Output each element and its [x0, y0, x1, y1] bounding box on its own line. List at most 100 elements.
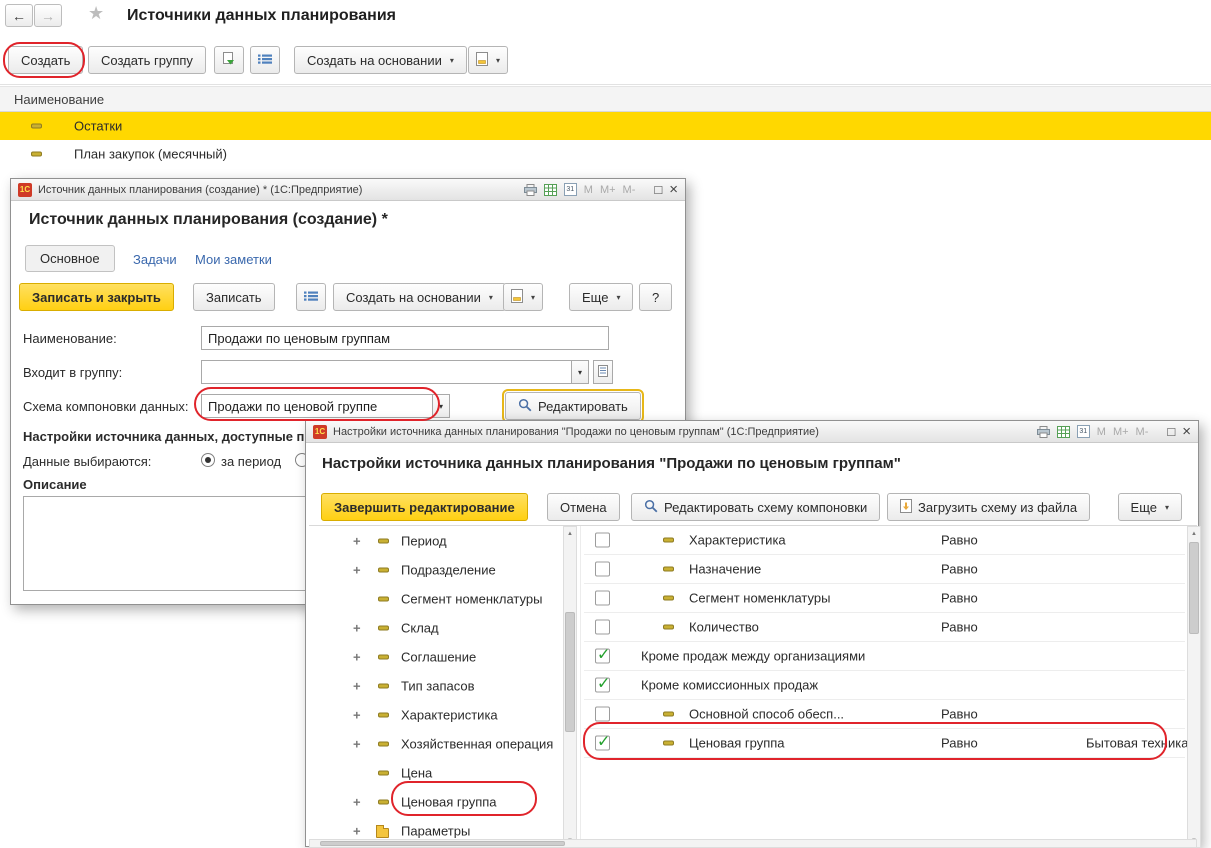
1c-logo-icon: 1С — [313, 425, 327, 439]
condition-row[interactable]: Сегмент номенклатуры Равно — [584, 584, 1185, 613]
finish-editing-button[interactable]: Завершить редактирование — [321, 493, 528, 521]
spreadsheet-icon[interactable] — [1057, 426, 1070, 438]
load-schema-button[interactable]: Загрузить схему из файла — [887, 493, 1090, 521]
create-button[interactable]: Создать — [8, 46, 83, 74]
table-row[interactable]: Остатки — [0, 112, 1211, 140]
condition-row[interactable]: Назначение Равно — [584, 555, 1185, 584]
schema-input[interactable] — [201, 394, 433, 418]
tab-main[interactable]: Основное — [25, 245, 115, 272]
dialog1-titlebar[interactable]: 1С Источник данных планирования (создани… — [11, 179, 685, 201]
save-button[interactable]: Записать — [193, 283, 275, 311]
condition-row[interactable]: Основной способ обесп... Равно — [584, 700, 1185, 729]
tree-item-warehouse[interactable]: + Склад — [309, 613, 561, 642]
item-dash-icon — [378, 712, 389, 717]
create-based-on-label: Создать на основании — [307, 53, 442, 68]
expand-icon[interactable]: + — [353, 533, 361, 548]
radio-za-period[interactable] — [201, 453, 215, 467]
expand-icon[interactable]: + — [353, 620, 361, 635]
save-close-button[interactable]: Записать и закрыть — [19, 283, 174, 311]
tree-item-segment[interactable]: Сегмент номенклатуры — [309, 584, 561, 613]
column-header-name[interactable]: Наименование — [0, 86, 1211, 112]
expand-icon[interactable]: + — [353, 562, 361, 577]
more-button[interactable]: Еще▾ — [569, 283, 633, 311]
tree-scrollbar[interactable]: ▲ ▼ — [563, 526, 577, 848]
expand-icon[interactable]: + — [353, 678, 361, 693]
favorite-star-icon[interactable]: ★ — [88, 3, 104, 24]
more-button[interactable]: Еще▾ — [1118, 493, 1182, 521]
tree-item-business-operation[interactable]: + Хозяйственная операция — [309, 729, 561, 758]
document-actions-button[interactable]: ▾ — [503, 283, 543, 311]
tree-item-department[interactable]: + Подразделение — [309, 555, 561, 584]
scroll-up-icon[interactable]: ▲ — [564, 527, 576, 540]
forward-button[interactable]: → — [34, 4, 62, 27]
back-button[interactable]: ← — [5, 4, 33, 27]
create-based-on-button[interactable]: Создать на основании▾ — [333, 283, 506, 311]
calendar-icon[interactable]: 31 — [564, 183, 577, 196]
group-open-button[interactable] — [593, 360, 613, 384]
help-button[interactable]: ? — [639, 283, 672, 311]
condition-row[interactable]: Количество Равно — [584, 613, 1185, 642]
edit-schema-button[interactable]: Редактировать — [505, 392, 641, 420]
create-based-on-button[interactable]: Создать на основании▾ — [294, 46, 467, 74]
schema-dropdown-button[interactable]: ▾ — [432, 394, 450, 418]
table-row[interactable]: План закупок (месячный) — [0, 140, 1211, 168]
checkbox-unchecked[interactable] — [595, 533, 610, 548]
tab-tasks[interactable]: Задачи — [133, 252, 177, 267]
checkbox-unchecked[interactable] — [595, 707, 610, 722]
tab-notes[interactable]: Мои заметки — [195, 252, 272, 267]
scrollbar-thumb[interactable] — [320, 841, 565, 846]
tree-item-period[interactable]: + Период — [309, 526, 561, 555]
expand-icon[interactable]: + — [353, 707, 361, 722]
close-button[interactable]: × — [669, 182, 678, 197]
edit-composition-schema-button[interactable]: Редактировать схему компоновки — [631, 493, 880, 521]
expand-icon[interactable]: + — [353, 649, 361, 664]
name-input[interactable] — [201, 326, 609, 350]
document-actions-button[interactable]: ▾ — [468, 46, 508, 74]
checkbox-unchecked[interactable] — [595, 620, 610, 635]
tree-item-characteristic[interactable]: + Характеристика — [309, 700, 561, 729]
copy-item-button[interactable] — [214, 46, 244, 74]
maximize-button[interactable]: □ — [654, 183, 662, 196]
tree-item-price[interactable]: Цена — [309, 758, 561, 787]
checkbox-checked[interactable]: ✓ — [595, 649, 610, 664]
item-dash-icon — [378, 799, 389, 804]
print-icon[interactable] — [524, 184, 537, 196]
description-label: Описание — [23, 477, 87, 492]
calendar-icon[interactable]: 31 — [1077, 425, 1090, 438]
comparison-type: Равно — [941, 533, 978, 548]
maximize-button[interactable]: □ — [1167, 425, 1175, 438]
1c-logo-icon: 1С — [18, 183, 32, 197]
list-lines-icon — [304, 290, 318, 305]
cancel-button[interactable]: Отмена — [547, 493, 620, 521]
group-input[interactable] — [201, 360, 572, 384]
expand-icon[interactable]: + — [353, 736, 361, 751]
tree-item-agreement[interactable]: + Соглашение — [309, 642, 561, 671]
condition-row[interactable]: ✓ Кроме комиссионных продаж — [584, 671, 1185, 700]
conditions-scrollbar[interactable]: ▲ ▼ — [1187, 526, 1201, 848]
condition-row-price-group[interactable]: ✓ Ценовая группа Равно Бытовая техника — [584, 729, 1185, 758]
caret-down-icon: ▾ — [496, 56, 500, 65]
create-group-button[interactable]: Создать группу — [88, 46, 206, 74]
expand-icon[interactable]: + — [353, 794, 361, 809]
dialog2-titlebar[interactable]: 1С Настройки источника данных планирован… — [306, 421, 1198, 443]
scrollbar-thumb[interactable] — [565, 612, 575, 732]
condition-row[interactable]: Характеристика Равно — [584, 526, 1185, 555]
print-icon[interactable] — [1037, 426, 1050, 438]
condition-row[interactable]: ✓ Кроме продаж между организациями — [584, 642, 1185, 671]
checkbox-checked[interactable]: ✓ — [595, 736, 610, 751]
group-dropdown-button[interactable]: ▾ — [571, 360, 589, 384]
list-settings-button[interactable] — [296, 283, 326, 311]
checkbox-unchecked[interactable] — [595, 591, 610, 606]
check-icon: ✓ — [597, 732, 610, 752]
scroll-up-icon[interactable]: ▲ — [1188, 527, 1200, 540]
checkbox-checked[interactable]: ✓ — [595, 678, 610, 693]
close-button[interactable]: × — [1182, 424, 1191, 439]
expand-icon[interactable]: + — [353, 823, 361, 838]
checkbox-unchecked[interactable] — [595, 562, 610, 577]
tree-item-price-group[interactable]: + Ценовая группа — [309, 787, 561, 816]
list-settings-button[interactable] — [250, 46, 280, 74]
tree-item-stock-type[interactable]: + Тип запасов — [309, 671, 561, 700]
spreadsheet-icon[interactable] — [544, 184, 557, 196]
cancel-label: Отмена — [560, 500, 607, 515]
scrollbar-thumb[interactable] — [1189, 542, 1199, 634]
